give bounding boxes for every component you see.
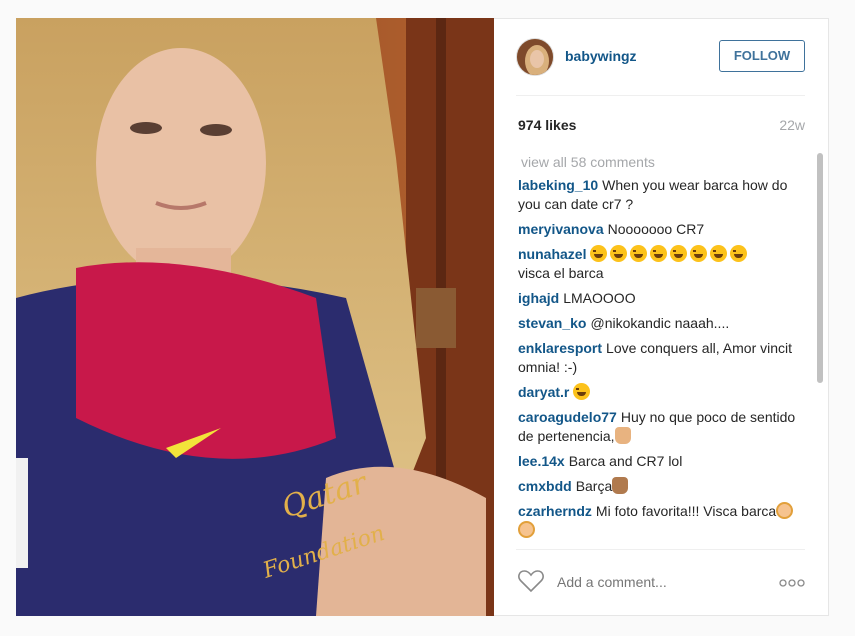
- photo-image: Qatar Foundation: [16, 18, 494, 616]
- comment-item: labeking_10 When you wear barca how do yo…: [518, 176, 813, 214]
- add-comment-input[interactable]: Add a comment...: [557, 574, 667, 590]
- avatar-image: [517, 39, 553, 75]
- comment-item: enklaresport Love conquers all, Amor vinc…: [518, 339, 813, 377]
- comment-username-link[interactable]: daryat.r: [518, 384, 569, 400]
- laughing-tears-icon: [573, 383, 591, 400]
- comment-username-link[interactable]: ighajd: [518, 290, 559, 306]
- view-all-comments-link[interactable]: view all 58 comments: [521, 154, 813, 170]
- thumbs-up-icon: [612, 477, 629, 494]
- heart-icon[interactable]: [518, 569, 544, 593]
- laughing-tears-icon: [610, 245, 628, 262]
- comment-username-link[interactable]: nunahazel: [518, 246, 586, 262]
- likes-count[interactable]: 974 likes: [518, 117, 576, 133]
- comment-username-link[interactable]: stevan_ko: [518, 315, 586, 331]
- comment-text: visca el barca: [518, 265, 604, 281]
- comments-list: view all 58 comments labeking_10 When you…: [518, 154, 813, 549]
- comment-item: meryivanova Nooooooo CR7: [518, 220, 813, 239]
- comment-item: nunahazel visca el barca: [518, 245, 813, 283]
- comment-username-link[interactable]: caroagudelo77: [518, 409, 617, 425]
- comment-item: czarherndz Mi foto favorita!!! Visca barc…: [518, 502, 813, 540]
- post-photo[interactable]: Qatar Foundation: [16, 18, 494, 616]
- comment-item: daryat.r: [518, 383, 813, 402]
- laughing-tears-icon: [650, 245, 668, 262]
- post-header: babywingz FOLLOW: [494, 18, 829, 96]
- laughing-tears-icon: [690, 245, 708, 262]
- scrollbar-thumb[interactable]: [817, 153, 823, 383]
- laughing-tears-icon: [630, 245, 648, 262]
- comment-username-link[interactable]: enklaresport: [518, 340, 602, 356]
- girl-icon: [776, 502, 794, 519]
- comment-text: @nikokandic naaah....: [590, 315, 730, 331]
- comment-text: Nooooooo CR7: [607, 221, 705, 237]
- post-sidebar: babywingz FOLLOW 974 likes 22w view all …: [494, 18, 829, 616]
- comment-text: LMAOOOO: [563, 290, 636, 306]
- thumbs-down-icon: [614, 427, 631, 444]
- comments-scrollbar[interactable]: [816, 150, 824, 550]
- username-link[interactable]: babywingz: [565, 48, 637, 64]
- comment-item: lee.14x Barca and CR7 lol: [518, 452, 813, 471]
- comment-username-link[interactable]: czarherndz: [518, 503, 592, 519]
- comment-item: ighajd LMAOOOO: [518, 289, 813, 308]
- comment-item: cmxbdd Barça: [518, 477, 813, 496]
- divider: [516, 549, 805, 550]
- laughing-tears-icon: [670, 245, 688, 262]
- more-options-icon[interactable]: [779, 579, 805, 587]
- comment-username-link[interactable]: cmxbdd: [518, 478, 572, 494]
- comment-item: caroagudelo77 Huy no que poco de sentido …: [518, 408, 813, 446]
- post-age[interactable]: 22w: [779, 117, 805, 133]
- comment-text: Barca and CR7 lol: [568, 453, 683, 469]
- laughing-tears-icon: [710, 245, 728, 262]
- comment-text: Barça: [575, 478, 613, 494]
- laughing-tears-icon: [730, 245, 748, 262]
- follow-button[interactable]: FOLLOW: [719, 40, 805, 72]
- avatar[interactable]: [516, 38, 554, 76]
- comment-username-link[interactable]: lee.14x: [518, 453, 565, 469]
- comment-username-link[interactable]: meryivanova: [518, 221, 604, 237]
- comment-text: Mi foto favorita!!! Visca barca: [595, 503, 777, 519]
- laughing-tears-icon: [590, 245, 608, 262]
- comment-item: stevan_ko @nikokandic naaah....: [518, 314, 813, 333]
- comment-username-link[interactable]: labeking_10: [518, 177, 598, 193]
- divider: [516, 95, 805, 96]
- girl-icon: [518, 521, 535, 538]
